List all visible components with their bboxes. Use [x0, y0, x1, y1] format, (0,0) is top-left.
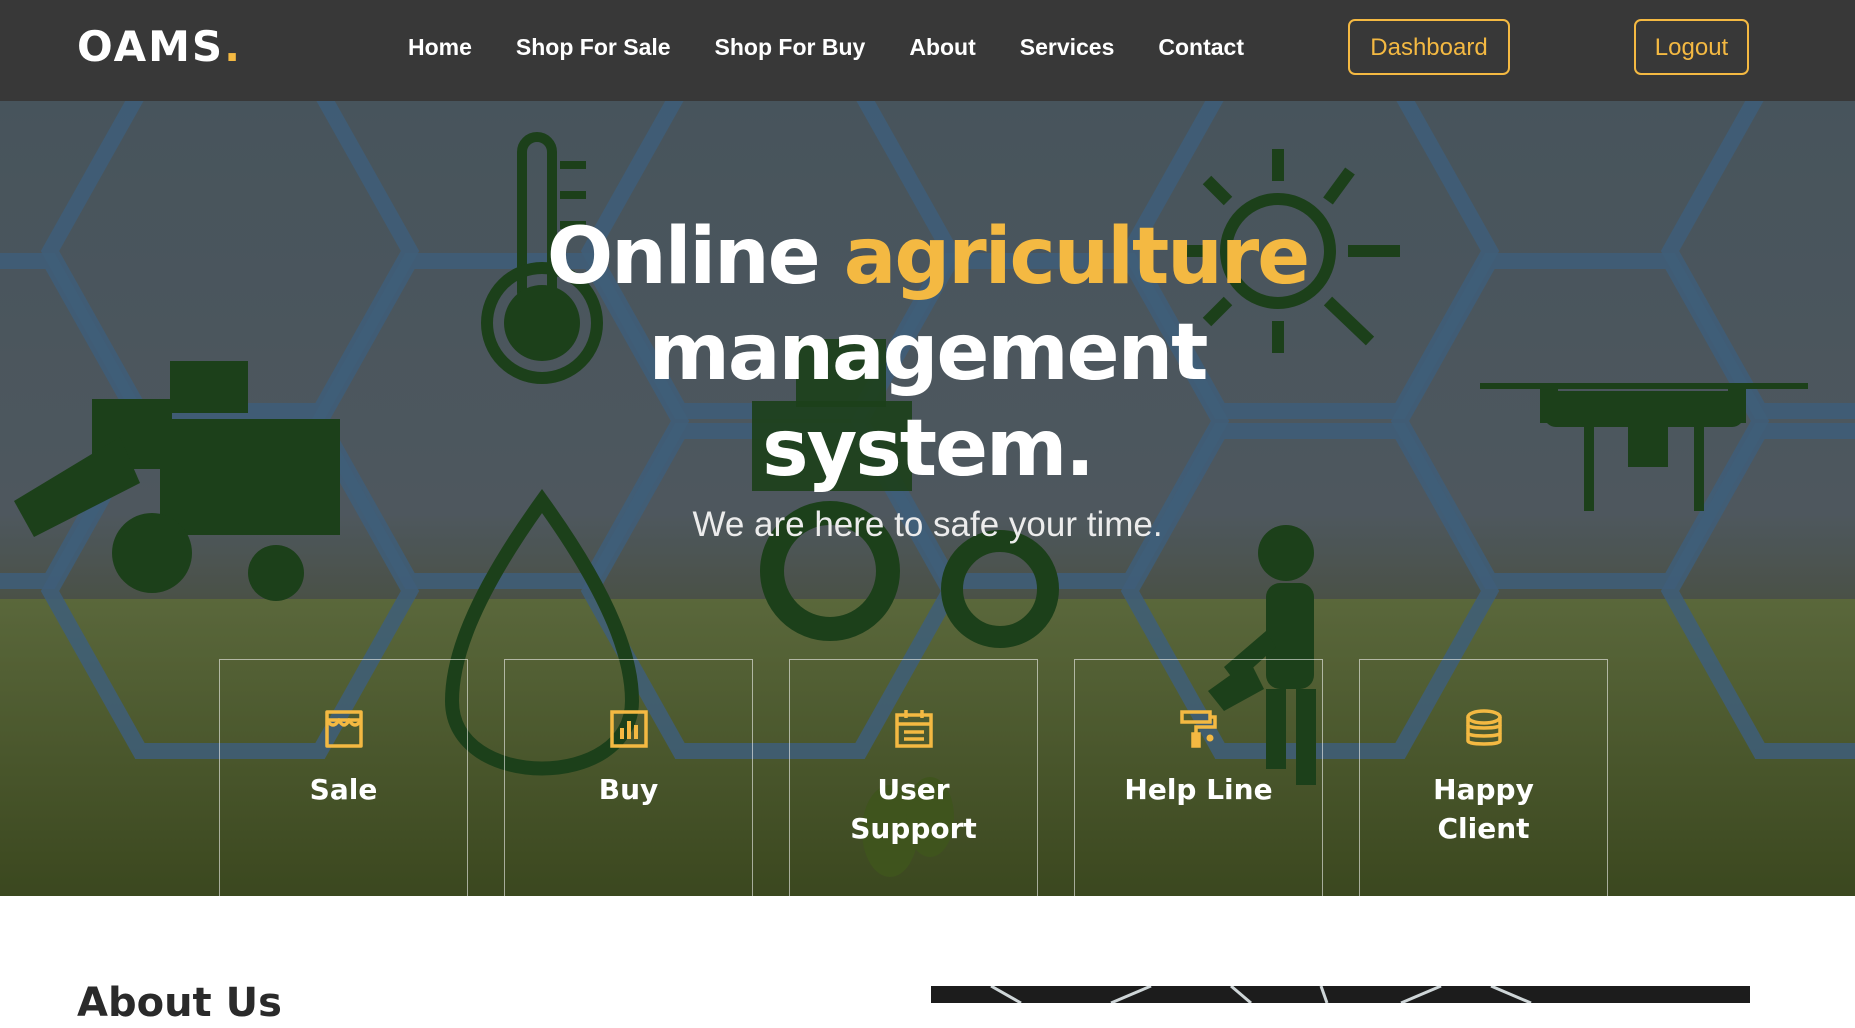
- nav-shop-for-sale[interactable]: Shop For Sale: [516, 30, 671, 64]
- feature-box-sale[interactable]: Sale: [219, 659, 468, 896]
- paint-roller-icon: [1179, 710, 1217, 748]
- feature-label: Happy Client: [1433, 773, 1534, 845]
- nav-about[interactable]: About: [909, 30, 975, 64]
- nav-services[interactable]: Services: [1020, 30, 1115, 64]
- calendar-icon: [894, 710, 933, 748]
- feature-box-help-line[interactable]: Help Line: [1074, 659, 1323, 896]
- hero-banner: Online agriculture management system. We a…: [0, 101, 1855, 896]
- store-icon: [324, 710, 363, 748]
- feature-box-happy-client[interactable]: Happy Client: [1359, 659, 1608, 896]
- feature-box-user-support[interactable]: User Support: [789, 659, 1038, 896]
- dashboard-button[interactable]: Dashboard: [1348, 19, 1510, 75]
- about-heading: About Us: [77, 980, 282, 1026]
- hero-title: Online agriculture management system.: [546, 212, 1310, 494]
- about-photo-placeholder: [990, 986, 1532, 1003]
- feature-label: User Support: [850, 773, 977, 845]
- logout-button[interactable]: Logout: [1634, 19, 1749, 75]
- feature-label: Buy: [598, 773, 659, 806]
- nav-contact[interactable]: Contact: [1158, 30, 1244, 64]
- bar-chart-icon: [609, 710, 648, 748]
- top-navbar: OAMS. Home Shop For Sale Shop For Buy Ab…: [0, 0, 1855, 101]
- feature-boxes: Sale Buy User Support Help Line Happy Cl…: [219, 659, 1608, 896]
- feature-box-buy[interactable]: Buy: [504, 659, 753, 896]
- database-icon: [1465, 709, 1502, 746]
- nav-shop-for-buy[interactable]: Shop For Buy: [715, 30, 866, 64]
- feature-label: Sale: [309, 773, 378, 806]
- feature-label: Help Line: [1124, 773, 1273, 806]
- site-logo[interactable]: OAMS.: [77, 22, 242, 72]
- main-nav: Home Shop For Sale Shop For Buy About Se…: [408, 30, 1244, 64]
- about-image: [931, 986, 1750, 1003]
- nav-home[interactable]: Home: [408, 30, 472, 64]
- hero-subtitle: We are here to safe your time.: [692, 505, 1163, 544]
